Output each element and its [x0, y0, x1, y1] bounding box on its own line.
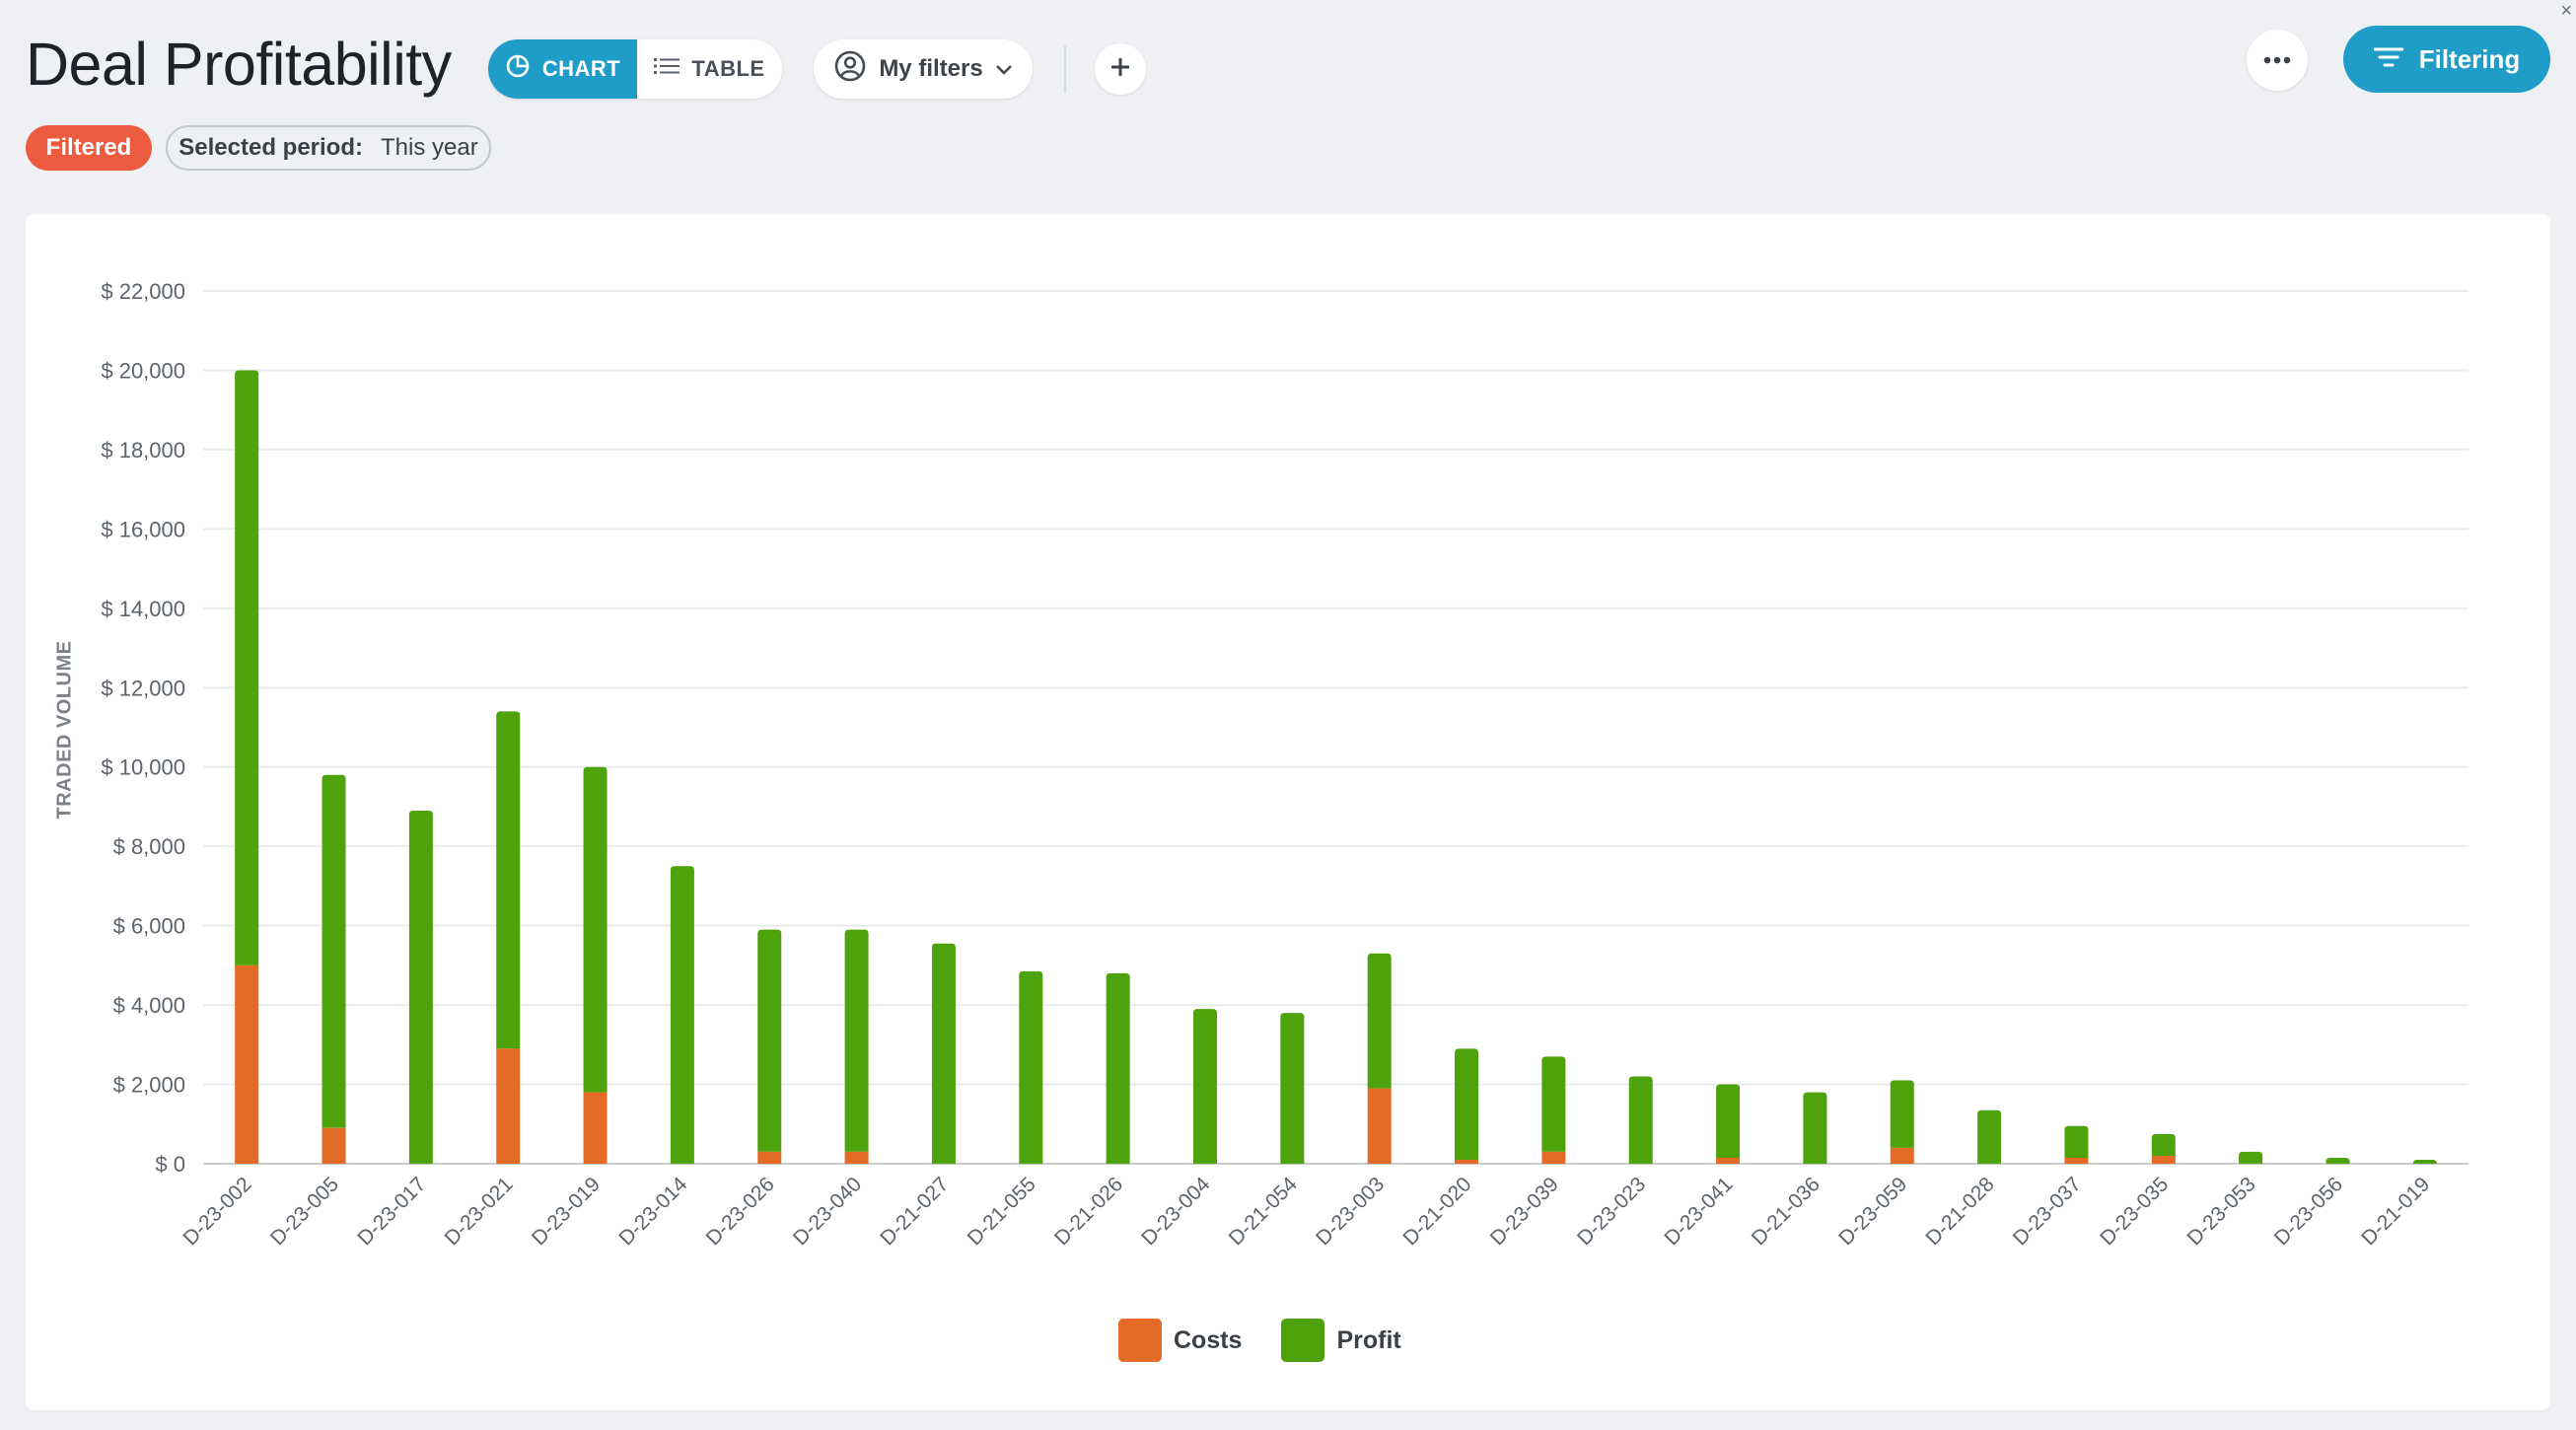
x-tick-label: D-23-056 — [2270, 1173, 2347, 1250]
x-tick-label: D-21-027 — [876, 1173, 953, 1250]
bar-profit — [844, 929, 869, 1152]
bar-profit — [1977, 1109, 2002, 1164]
bar-profit — [496, 711, 521, 1049]
y-axis-title: TRADED VOLUME — [53, 640, 76, 820]
chart-legend: Costs Profit — [1118, 1319, 1401, 1362]
bar-profit — [1367, 953, 1392, 1089]
x-tick-label: D-23-004 — [1137, 1173, 1214, 1250]
bar-profit — [670, 866, 694, 1164]
bar-profit — [2064, 1125, 2089, 1158]
bar-profit — [235, 370, 259, 965]
y-tick-label: $ 18,000 — [101, 438, 185, 463]
bar-profit — [408, 810, 433, 1164]
bar-costs — [757, 1151, 782, 1164]
legend-label-profit: Profit — [1336, 1325, 1401, 1354]
bar-costs — [1367, 1088, 1392, 1164]
bar-profit — [1280, 1013, 1305, 1164]
x-tick-label: D-23-017 — [353, 1173, 430, 1250]
y-tick-label: $ 8,000 — [113, 834, 185, 859]
y-tick-label: $ 4,000 — [113, 993, 185, 1018]
y-tick-label: $ 6,000 — [113, 914, 185, 939]
bar-profit — [2326, 1157, 2350, 1164]
bar-profit — [1106, 972, 1130, 1164]
bar-profit — [322, 774, 346, 1128]
x-tick-label: D-23-003 — [1312, 1173, 1389, 1250]
y-tick-label: $ 16,000 — [101, 517, 185, 541]
deal-profitability-chart: $ 0 $ 2,000 $ 4,000 $ 6,000 $ 8,000 $ 10,000 $… — [101, 279, 2469, 1250]
bar-profit — [1455, 1048, 1479, 1160]
bar-profit — [583, 766, 608, 1093]
x-tick-label: D-23-026 — [702, 1173, 779, 1250]
bar-profit — [2239, 1151, 2263, 1164]
x-tick-label: D-23-041 — [1660, 1173, 1737, 1250]
bar-profit — [757, 929, 782, 1152]
bar-costs — [1541, 1151, 1566, 1164]
bar-costs — [1455, 1159, 1479, 1164]
bar-profit — [2412, 1159, 2437, 1164]
x-tick-label: D-23-059 — [1834, 1173, 1911, 1250]
bar-costs — [2064, 1157, 2089, 1164]
y-tick-label: $ 0 — [155, 1152, 185, 1177]
y-tick-label: $ 2,000 — [113, 1073, 185, 1098]
x-tick-label: D-23-019 — [528, 1173, 605, 1250]
bar-profit — [1192, 1009, 1217, 1164]
x-tick-label: D-23-039 — [1486, 1173, 1563, 1250]
x-tick-label: D-23-037 — [2009, 1173, 2086, 1250]
x-tick-label: D-21-036 — [1748, 1173, 1825, 1250]
y-tick-label: $ 12,000 — [101, 676, 185, 700]
legend-label-costs: Costs — [1174, 1325, 1243, 1354]
y-tick-label: $ 20,000 — [101, 358, 185, 383]
bar-profit — [931, 943, 956, 1164]
bar-costs — [1716, 1157, 1741, 1164]
x-tick-label: D-21-026 — [1050, 1173, 1127, 1250]
x-tick-label: D-23-021 — [441, 1173, 518, 1250]
bar-costs — [844, 1151, 869, 1164]
bar-profit — [1019, 970, 1043, 1164]
bar-profit — [1716, 1084, 1741, 1158]
bar-costs — [235, 965, 259, 1164]
x-tick-label: D-23-040 — [789, 1173, 866, 1250]
x-tick-label: D-23-002 — [179, 1173, 256, 1250]
legend-item-costs[interactable]: Costs — [1118, 1319, 1242, 1362]
bar-costs — [496, 1048, 521, 1164]
legend-swatch-profit — [1281, 1319, 1325, 1362]
legend-swatch-costs — [1118, 1319, 1162, 1362]
x-tick-label: D-21-054 — [1225, 1173, 1302, 1250]
x-tick-label: D-23-053 — [2182, 1173, 2259, 1250]
x-tick-label: D-23-005 — [266, 1173, 343, 1250]
bar-costs — [322, 1127, 346, 1164]
x-tick-label: D-23-014 — [614, 1173, 691, 1250]
y-tick-label: $ 22,000 — [101, 279, 185, 304]
legend-item-profit[interactable]: Profit — [1281, 1319, 1401, 1362]
bar-profit — [2151, 1133, 2176, 1156]
y-tick-label: $ 10,000 — [101, 755, 185, 780]
x-tick-label: D-21-055 — [964, 1173, 1040, 1250]
x-tick-label: D-21-028 — [1921, 1173, 1998, 1250]
y-tick-label: $ 14,000 — [101, 597, 185, 621]
x-tick-label: D-21-020 — [1398, 1173, 1475, 1250]
bar-profit — [1803, 1092, 1827, 1164]
bar-profit — [1890, 1080, 1914, 1148]
x-tick-label: D-23-023 — [1573, 1173, 1650, 1250]
bar-costs — [2151, 1155, 2176, 1164]
x-tick-label: D-23-035 — [2096, 1173, 2173, 1250]
x-tick-label: D-21-019 — [2357, 1173, 2434, 1250]
bar-costs — [1890, 1147, 1914, 1164]
bar-costs — [583, 1092, 608, 1164]
bar-profit — [1628, 1076, 1653, 1164]
bar-profit — [1541, 1056, 1566, 1152]
